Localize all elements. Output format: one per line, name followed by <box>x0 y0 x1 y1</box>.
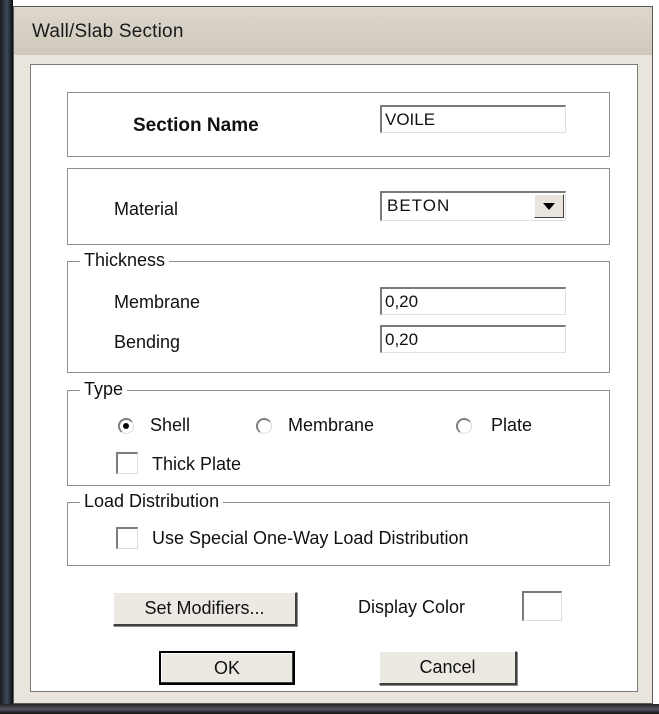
load-distribution-group: Load Distribution Use Special One-Way Lo… <box>67 491 610 566</box>
membrane-thickness-input[interactable]: 0,20 <box>380 287 566 315</box>
display-color-swatch[interactable] <box>522 591 562 621</box>
section-name-group: Section Name VOILE <box>67 92 610 157</box>
thickness-legend: Thickness <box>80 250 170 271</box>
dropdown-arrow-button[interactable] <box>534 194 564 218</box>
radio-selected-dot <box>123 423 129 429</box>
material-group: Material BETON <box>67 168 610 245</box>
shell-radio-label[interactable]: Shell <box>150 415 190 436</box>
ok-button[interactable]: OK <box>159 651 295 685</box>
bending-thickness-label: Bending <box>114 332 181 352</box>
section-name-input[interactable]: VOILE <box>380 105 566 133</box>
background-desktop-bottom <box>0 704 659 714</box>
material-selected-value: BETON <box>387 196 451 215</box>
one-way-load-label[interactable]: Use Special One-Way Load Distribution <box>152 528 468 549</box>
load-distribution-legend: Load Distribution <box>80 491 224 512</box>
type-legend: Type <box>80 379 128 400</box>
material-dropdown[interactable]: BETON <box>380 191 566 221</box>
dialog-body: Section Name VOILE Material BETON Thickn… <box>30 64 638 692</box>
membrane-radio[interactable] <box>256 418 272 434</box>
type-group: Type Shell Membrane Plate Thick Plate <box>67 379 610 486</box>
title-bar[interactable]: Wall/Slab Section <box>14 7 652 55</box>
thick-plate-label[interactable]: Thick Plate <box>152 454 241 475</box>
material-label: Material <box>114 199 179 219</box>
chevron-down-icon <box>543 203 555 210</box>
membrane-thickness-label: Membrane <box>114 292 201 312</box>
thick-plate-checkbox[interactable] <box>116 452 138 474</box>
section-name-label: Section Name <box>133 115 259 136</box>
window-title: Wall/Slab Section <box>32 21 184 42</box>
wall-slab-section-dialog: Wall/Slab Section Section Name VOILE Mat… <box>13 6 653 704</box>
bending-thickness-input[interactable]: 0,20 <box>380 325 566 353</box>
plate-radio[interactable] <box>456 418 472 434</box>
plate-radio-label[interactable]: Plate <box>491 415 532 436</box>
display-color-label: Display Color <box>358 597 466 617</box>
background-desktop-left <box>0 0 13 714</box>
set-modifiers-button[interactable]: Set Modifiers... <box>113 592 297 626</box>
one-way-load-checkbox[interactable] <box>116 527 138 549</box>
cancel-button[interactable]: Cancel <box>379 651 517 685</box>
thickness-group: Thickness Membrane 0,20 Bending 0,20 <box>67 250 610 373</box>
membrane-radio-label[interactable]: Membrane <box>288 415 374 436</box>
shell-radio[interactable] <box>118 418 134 434</box>
